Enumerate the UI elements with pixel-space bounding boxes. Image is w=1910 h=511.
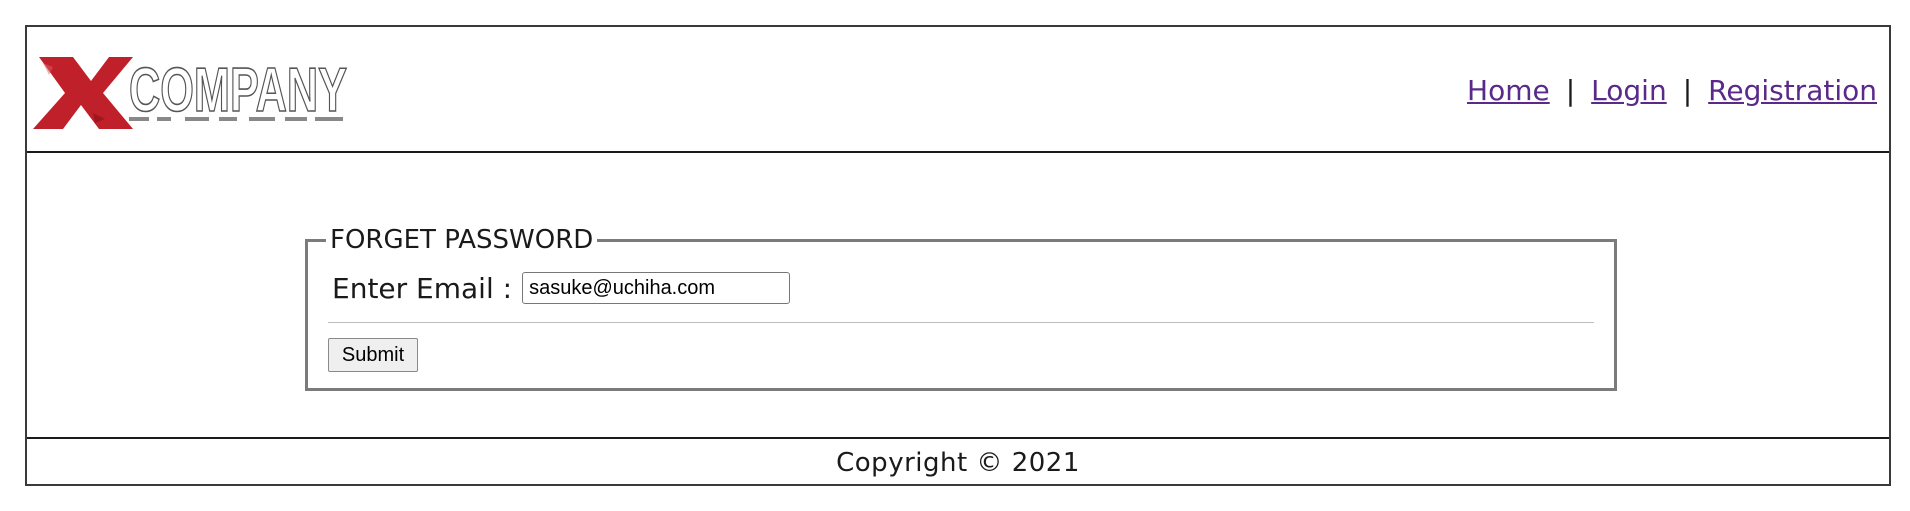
nav-separator: |: [1682, 74, 1693, 107]
nav-link-registration[interactable]: Registration: [1708, 74, 1877, 107]
site-header: COMPANY Home | Login | Registration: [27, 27, 1889, 153]
logo-x-mark: [33, 57, 133, 129]
main-content: FORGET PASSWORD Enter Email : Submit: [27, 153, 1889, 439]
page-frame: COMPANY Home | Login | Registration FORGET P…: [25, 25, 1891, 486]
nav-separator: |: [1565, 74, 1576, 107]
nav-link-home[interactable]: Home: [1467, 74, 1550, 107]
logo-company-text: COMPANY: [129, 56, 347, 125]
email-row: Enter Email :: [332, 270, 791, 306]
forget-password-fieldset: FORGET PASSWORD Enter Email : Submit: [305, 222, 1617, 391]
fieldset-legend: FORGET PASSWORD: [326, 222, 598, 258]
email-label: Enter Email :: [332, 271, 513, 305]
submit-button[interactable]: Submit: [328, 338, 418, 372]
email-input[interactable]: [522, 272, 791, 304]
company-logo[interactable]: COMPANY: [33, 53, 353, 129]
form-divider: [328, 322, 1594, 323]
nav-link-login[interactable]: Login: [1591, 74, 1667, 107]
main-nav: Home | Login | Registration: [1467, 74, 1877, 107]
copyright-text: Copyright © 2021: [836, 447, 1080, 478]
site-footer: Copyright © 2021: [27, 439, 1889, 486]
